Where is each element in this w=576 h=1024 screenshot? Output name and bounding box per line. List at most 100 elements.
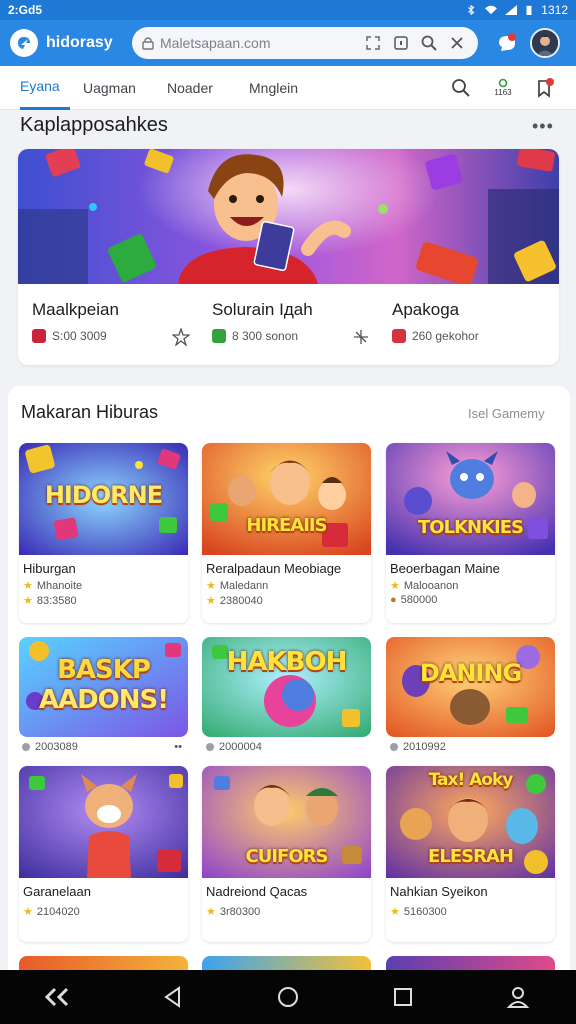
game-card-partial[interactable] [386,956,555,970]
see-all-link[interactable]: Isel Gamemy [468,406,545,421]
thumbnail-text: HAKBOH [226,647,348,677]
game-thumbnail: TOLKNKIES [386,443,555,555]
game-card[interactable]: HAKBOH [202,637,371,737]
game-thumbnail [19,766,188,878]
thumbnail-text: CUIFORS [245,846,329,867]
featured-item[interactable]: Solurain Iдah 8 300 sonon [198,284,378,365]
game-card[interactable]: HIREAIIS Reralpadaun Meobiage ★ Maledann … [202,443,371,623]
game-card[interactable]: CUIFORS Nadreiond Qacas ★ 3r80300 [202,766,371,942]
game-card[interactable]: TOLKNKIES Beoerbagan Maine ★ Malooanon ● 5… [386,443,555,623]
game-card-partial[interactable] [19,956,188,970]
game-subtitle: Maledann [219,579,269,592]
game-card[interactable]: HIDORNE Hiburgan ★ Mhanoite ★ 83:3580 [19,443,188,623]
game-title: Reralpadaun Meobiage [206,561,342,576]
app-badge-icon [212,329,226,343]
app-badge-icon [32,329,46,343]
game-stat: 2010992 [403,741,446,753]
back-double-icon[interactable] [40,979,76,1015]
app-logo-icon[interactable] [10,29,38,57]
app-badge-icon [392,329,406,343]
game-title: Hiburgan [23,561,76,576]
section-title: Makaran Hiburas [21,402,159,422]
game-card[interactable]: Tax! Aoky ELESRAH Nahkian Syeikon ★ 51603… [386,766,555,942]
game-card[interactable]: BASKP AADONS! [19,637,188,737]
app-bar: hidorasy Maletsapaan.com [0,20,576,66]
home-icon[interactable] [270,979,306,1015]
notification-icon[interactable] [492,28,522,58]
status-clock: 1312 [541,3,568,17]
app-name: hidorasy [46,34,113,51]
featured-item[interactable]: Apakoga 260 gekohor [378,284,559,365]
featured-item-meta: 8 300 sonon [232,329,299,343]
featured-item-name: Solurain Iдah [212,300,313,319]
game-stat: 5160300 [403,905,447,918]
profile-icon[interactable] [500,979,536,1015]
thumbnail-text: HIDORNE [44,481,163,509]
featured-item-name: Maalkpeian [32,300,119,319]
game-card-partial[interactable] [202,956,371,970]
game-thumbnail: HIREAIIS [202,443,371,555]
game-meta: 2010992 [390,741,446,753]
game-title: Beoerbagan Maine [390,561,500,576]
star-icon: ★ [23,906,33,918]
featured-item[interactable]: Maalkpeian S:00 3009 [18,284,198,365]
game-stat: 2003089 [35,741,78,753]
tab-uagman[interactable]: Uagman [83,66,155,110]
game-thumbnail: HAKBOH [202,637,371,737]
tab-noader[interactable]: Noader [167,66,233,110]
thumbnail-text: TOLKNKIES [418,517,524,538]
game-meta: 2003089 •• [22,741,182,753]
star-outline-icon[interactable] [172,328,190,346]
star-icon: ★ [206,906,216,918]
share-icon[interactable] [352,328,370,346]
game-card[interactable]: Garanelaan ★ 2104020 [19,766,188,942]
game-stat: 2380040 [219,594,263,607]
star-icon: ★ [23,580,33,592]
thumbnail-text: AADONS! [38,685,169,715]
stats-icon[interactable]: 1163 [492,77,514,99]
game-subtitle: Malooanon [403,579,459,592]
bluetooth-icon [468,5,475,15]
tabs-icon[interactable] [390,32,412,54]
back-icon[interactable] [155,979,191,1015]
game-subtitle: Mhanoite [36,579,83,592]
star-icon: ★ [206,595,216,607]
wifi-icon [485,5,498,15]
tab-mnglein[interactable]: Mnglein [249,66,309,110]
thumbnail-text: Tax! Aoky [428,770,514,790]
thumbnail-text: ELESRAH [428,846,514,867]
star-icon: ★ [23,595,33,607]
featured-card[interactable]: Maalkpeian S:00 3009 Solurain Iдah 8 300… [18,149,559,365]
tab-eyana[interactable]: Eyana [20,66,70,110]
featured-item-meta: 260 gekohor [412,329,479,343]
thumbnail-text: HIREAIIS [246,515,327,536]
more-options-icon[interactable]: ••• [532,116,554,137]
game-card[interactable]: DANING [386,637,555,737]
bookmark-icon[interactable] [534,77,556,99]
game-thumbnail: HIDORNE [19,443,188,555]
system-nav-bar [0,970,576,1024]
star-icon: ★ [206,580,216,592]
search-icon[interactable] [418,32,440,54]
url-text: Maletsapaan.com [160,35,271,51]
url-bar[interactable]: Maletsapaan.com [132,27,478,59]
expand-icon[interactable] [362,32,384,54]
close-icon[interactable] [446,32,468,54]
dot-icon [22,743,30,751]
game-title: Nahkian Syeikon [390,884,488,899]
avatar[interactable] [530,28,560,58]
game-stat: 2104020 [36,905,80,918]
featured-item-meta: S:00 3009 [52,329,107,343]
star-icon: ★ [390,580,400,592]
dot-icon [390,743,398,751]
search-icon[interactable] [450,77,472,99]
game-thumbnail: BASKP AADONS! [19,637,188,737]
game-meta: 2000004 [206,741,262,753]
game-stat: 83:3580 [36,594,77,607]
star-icon: ★ [390,906,400,918]
status-time: 2:Gd5 [8,3,43,17]
recents-icon[interactable] [385,979,421,1015]
featured-banner-image [18,149,559,284]
game-title: Garanelaan [23,884,91,899]
tab-bar: Eyana Uagman Noader Mnglein 1163 [0,66,576,110]
